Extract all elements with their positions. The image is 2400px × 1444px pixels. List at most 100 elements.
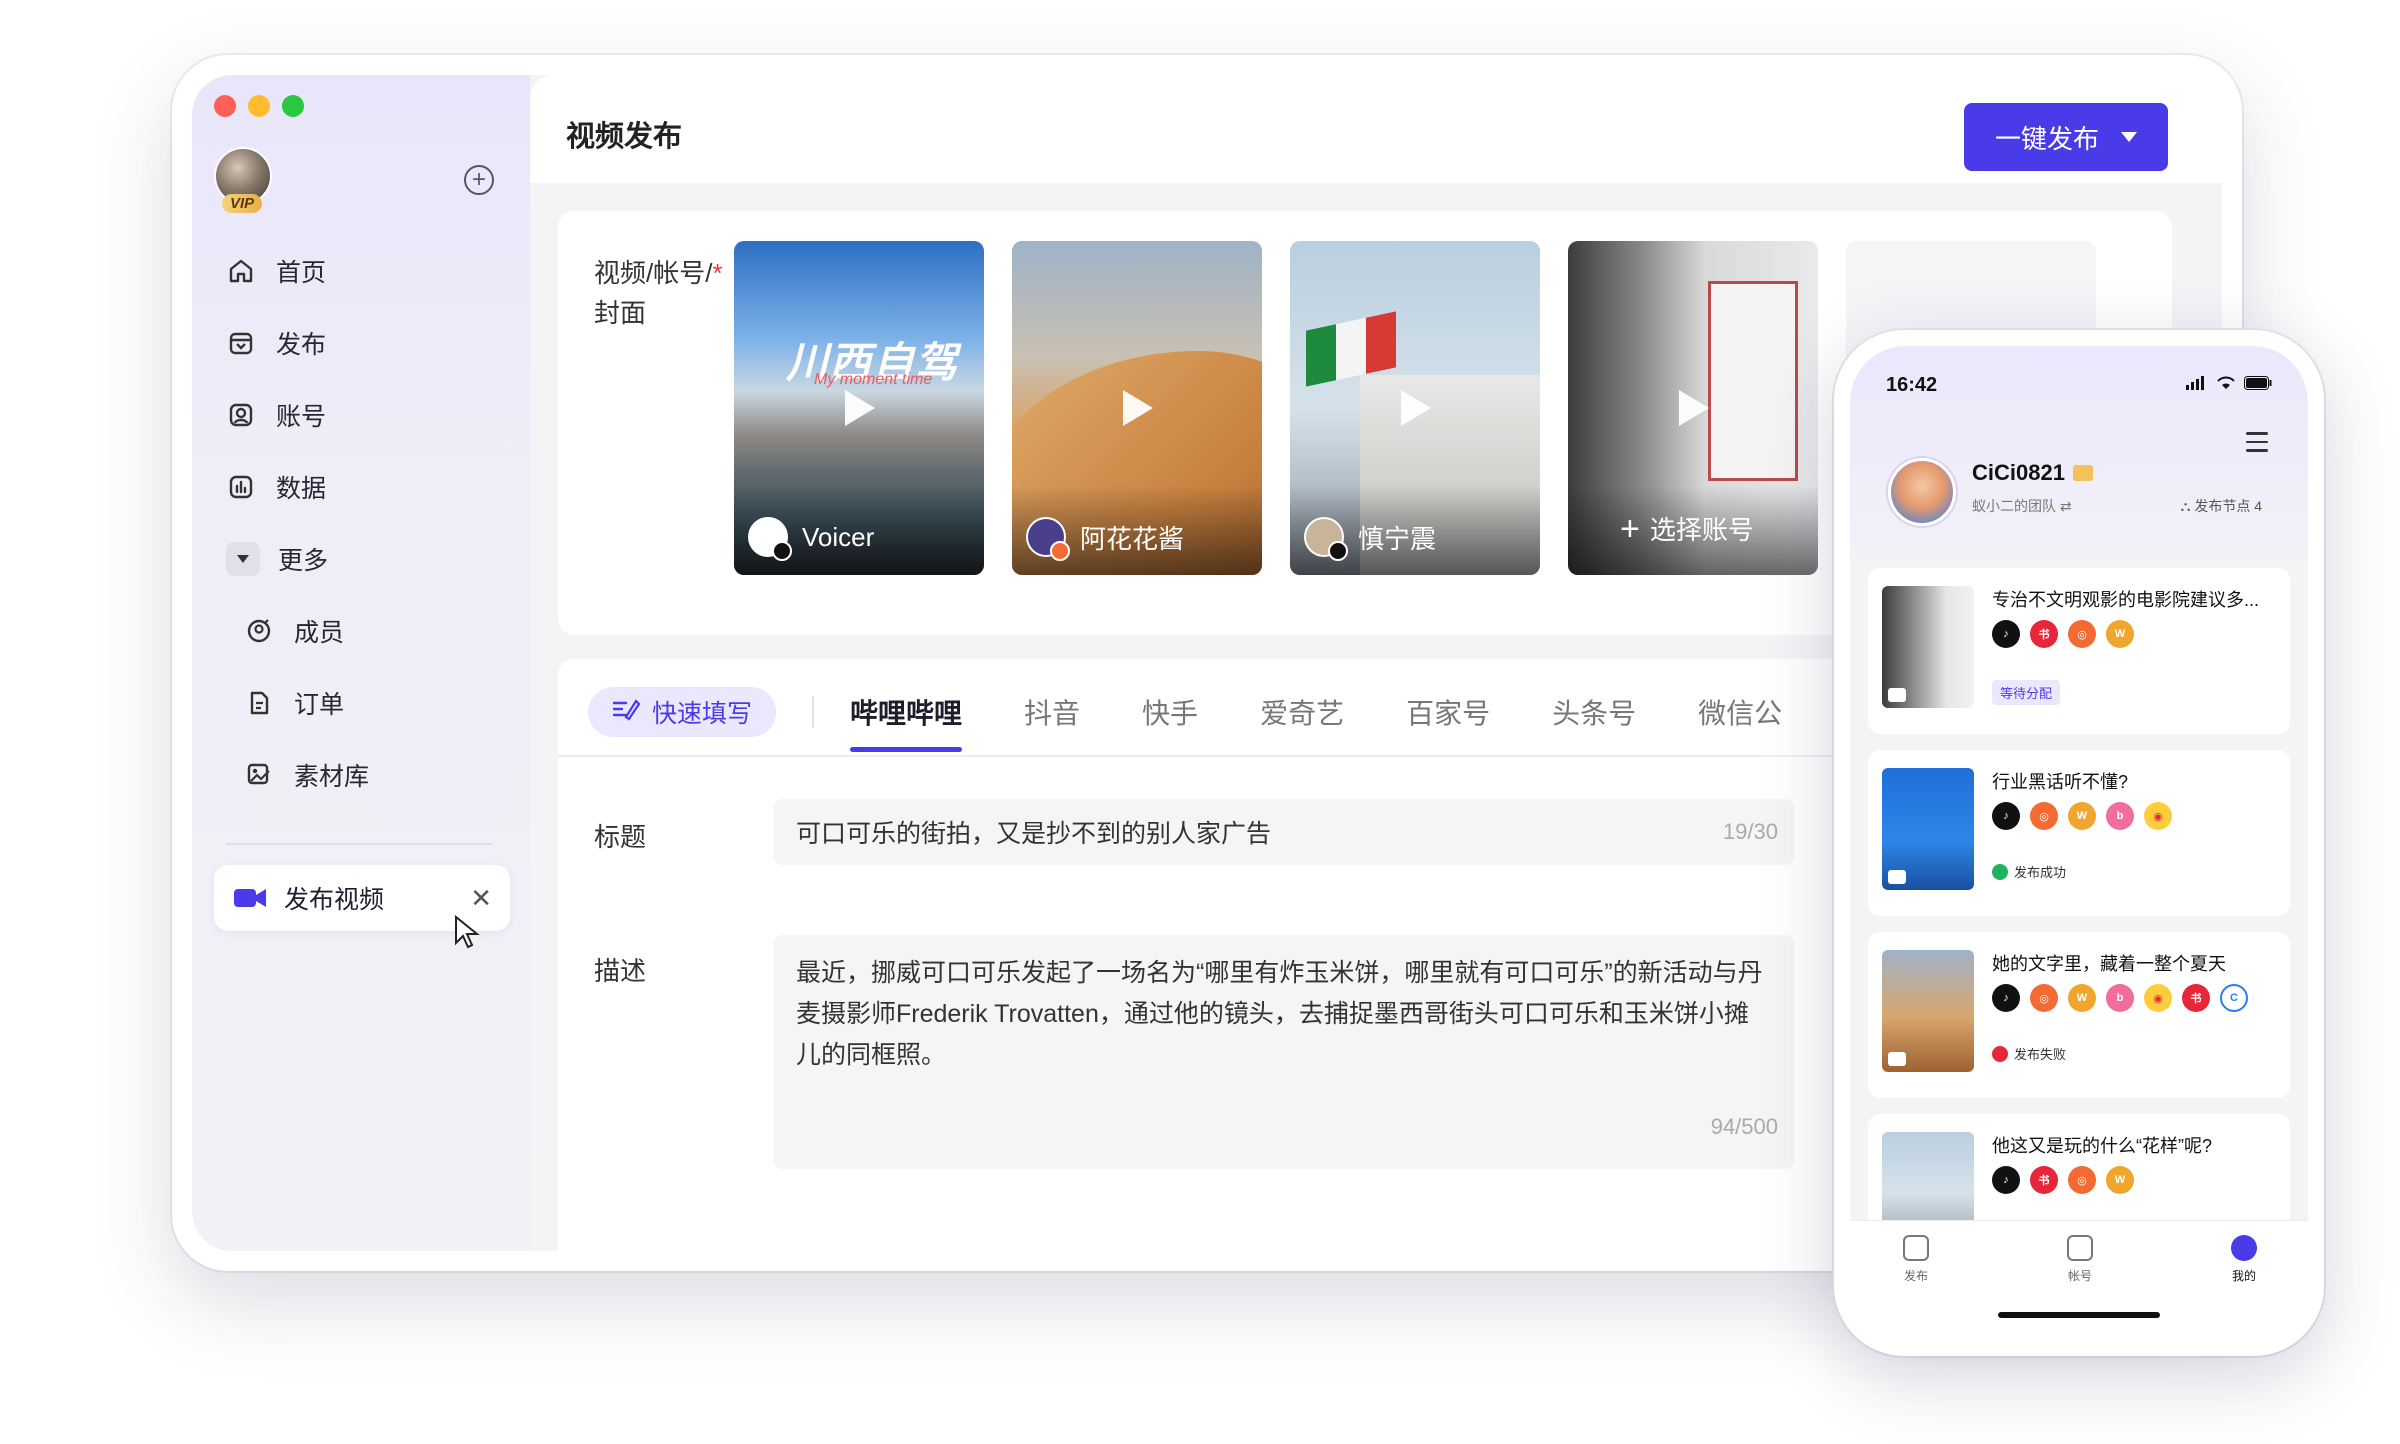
vip-badge: VIP — [222, 194, 263, 213]
sidebar-item-publish[interactable]: 发布 — [210, 307, 510, 379]
toutiao-icon: W — [2068, 802, 2096, 830]
xiaohongshu-icon — [1050, 541, 1070, 561]
post-title: 行业黑话听不懂? — [1992, 772, 2129, 792]
video-thumb[interactable]: 阿花花酱 — [1012, 241, 1262, 575]
tab-baijiahao[interactable]: 百家号 — [1406, 692, 1490, 732]
home-indicator — [1998, 1312, 2160, 1318]
required-mark: * — [712, 258, 723, 288]
title-label: 标题 — [594, 822, 647, 852]
status-text: 发布成功 — [2014, 865, 2067, 880]
sidebar-item-label: 素材库 — [294, 763, 370, 791]
account-icon — [226, 400, 256, 430]
phone-user-name: CiCi0821 — [1972, 460, 2065, 485]
phone-screen: 16:42 CiCi0821 蚁小二的团队 ⇄ ⛬ 发布节点 4 专治不文明观影… — [1850, 346, 2308, 1340]
select-account-button[interactable]: + 选择账号 — [1620, 510, 1754, 547]
user-avatar[interactable]: VIP — [214, 147, 272, 213]
tab-iqiyi[interactable]: 爱奇艺 — [1260, 692, 1344, 732]
toutiao-icon: W — [2106, 620, 2134, 648]
tab-bilibili[interactable]: 哔哩哔哩 — [850, 692, 963, 752]
one-click-publish-button[interactable]: 一键发布 — [1964, 103, 2168, 171]
play-icon[interactable] — [1401, 390, 1431, 426]
kuaishou-icon: ◎ — [2030, 802, 2058, 830]
sidebar-item-label: 首页 — [276, 259, 327, 287]
thumb-overlay-subtitle: My moment time — [814, 371, 933, 388]
status-pending-badge: 等待分配 — [1992, 680, 2061, 705]
description-label: 描述 — [594, 956, 647, 986]
douyin-icon: ♪ — [1992, 802, 2020, 830]
status-time: 16:42 — [1886, 374, 1938, 396]
play-icon — [1888, 688, 1906, 702]
description-textarea[interactable]: 最近，挪威可口可乐发起了一场名为“哪里有炸玉米饼，哪里就有可口可乐”的新活动与丹… — [774, 935, 1794, 1169]
title-char-count: 19/30 — [1722, 819, 1778, 844]
post-title: 专治不文明观影的电影院建议多... — [1992, 590, 2260, 610]
sidebar-item-home[interactable]: 首页 — [210, 235, 510, 307]
signal-icon — [2186, 376, 2208, 395]
sidebar-item-account[interactable]: 账号 — [210, 379, 510, 451]
sidebar-item-more[interactable]: 更多 — [210, 523, 510, 595]
douyin-icon — [1328, 541, 1348, 561]
chart-icon — [226, 472, 256, 502]
sidebar-item-orders[interactable]: 订单 — [210, 667, 510, 739]
xiaohongshu-icon: 书 — [2182, 984, 2210, 1012]
battery-icon — [2244, 376, 2272, 395]
sidebar-item-label: 订单 — [294, 691, 345, 719]
owner-name: 阿花花酱 — [1080, 523, 1185, 554]
phone-tab-mine[interactable]: 我的 — [2204, 1235, 2284, 1284]
tab-wechat[interactable]: 微信公 — [1698, 692, 1782, 732]
phone-tab-label: 我的 — [2231, 1269, 2256, 1283]
play-icon[interactable] — [1679, 390, 1709, 426]
play-icon[interactable] — [1123, 390, 1153, 426]
profile-icon — [2231, 1235, 2257, 1261]
media-row-label: 视频/帐号/* 封面 — [594, 253, 723, 333]
page-title: 视频发布 — [566, 121, 683, 153]
video-thumb[interactable]: 川西自驾 My moment time Voicer — [734, 241, 984, 575]
list-item[interactable]: 行业黑话听不懂? ♪ ◎ W b ◉ 发布成功 — [1868, 750, 2290, 916]
close-window-button[interactable] — [214, 95, 236, 117]
thumb-owner: 慎宁震 — [1304, 517, 1436, 561]
maximize-window-button[interactable] — [282, 95, 304, 117]
thumb-owner: 阿花花酱 — [1026, 517, 1185, 561]
hamburger-menu-icon[interactable] — [2246, 432, 2268, 458]
douyin-icon: ♪ — [1992, 984, 2020, 1012]
video-camera-icon — [234, 887, 266, 909]
tab-douyin[interactable]: 抖音 — [1024, 692, 1080, 732]
post-title: 她的文字里，藏着一整个夏天 — [1992, 954, 2226, 974]
phone-user-name-row: CiCi0821 — [1972, 460, 2093, 486]
platform-icons: ♪ ◎ W b ◉ 书 C — [1992, 984, 2248, 1012]
sidebar: VIP + 首页 发布 账号 数据 更多 成员 订单 素材库 发布视频 ✕ — [192, 75, 530, 1251]
list-item[interactable]: 专治不文明观影的电影院建议多... ♪ 书 ◎ W 等待分配 — [1868, 568, 2290, 734]
sidebar-item-data[interactable]: 数据 — [210, 451, 510, 523]
weibo-icon: ◉ — [2144, 984, 2172, 1012]
play-icon — [1888, 1052, 1906, 1066]
video-thumb[interactable]: + 选择账号 — [1568, 241, 1818, 575]
minimize-window-button[interactable] — [248, 95, 270, 117]
sidebar-item-library[interactable]: 素材库 — [210, 739, 510, 811]
sidebar-item-members[interactable]: 成员 — [210, 595, 510, 667]
phone-header: 16:42 CiCi0821 蚁小二的团队 ⇄ ⛬ 发布节点 4 — [1850, 346, 2308, 556]
home-icon — [226, 256, 256, 286]
video-thumb[interactable]: 慎宁震 — [1290, 241, 1540, 575]
douyin-icon — [772, 541, 792, 561]
tab-kuaishou[interactable]: 快手 — [1142, 692, 1198, 732]
media-label-line1: 视频/帐号/ — [594, 258, 713, 288]
title-input[interactable]: 可口可乐的街拍，又是抄不到的别人家广告 19/30 — [774, 799, 1794, 865]
list-item[interactable]: 她的文字里，藏着一整个夏天 ♪ ◎ W b ◉ 书 C 发布失败 — [1868, 932, 2290, 1098]
dropdown-arrow-icon[interactable] — [2121, 132, 2137, 142]
publish-icon — [1903, 1235, 1929, 1261]
quick-fill-button[interactable]: 快速填写 — [588, 687, 777, 737]
tab-toutiao[interactable]: 头条号 — [1552, 692, 1636, 732]
sidebar-item-label: 数据 — [276, 475, 327, 503]
close-icon[interactable]: ✕ — [470, 883, 492, 914]
phone-tab-account[interactable]: 帐号 — [2040, 1235, 2120, 1284]
wifi-icon — [2216, 376, 2236, 395]
phone-tab-publish[interactable]: 发布 — [1876, 1235, 1956, 1284]
team-switch[interactable]: 蚁小二的团队 ⇄ — [1972, 496, 2072, 516]
description-value: 最近，挪威可口可乐发起了一场名为“哪里有炸玉米饼，哪里就有可口可乐”的新活动与丹… — [796, 959, 1763, 1069]
plus-circle-icon[interactable]: + — [464, 165, 494, 195]
phone-user-avatar[interactable] — [1888, 458, 1956, 526]
xiaohongshu-icon: 书 — [2030, 620, 2058, 648]
select-account-label: 选择账号 — [1649, 515, 1754, 545]
crown-icon — [2072, 465, 2093, 481]
play-icon[interactable] — [845, 390, 875, 426]
sidebar-item-label: 更多 — [278, 547, 329, 575]
